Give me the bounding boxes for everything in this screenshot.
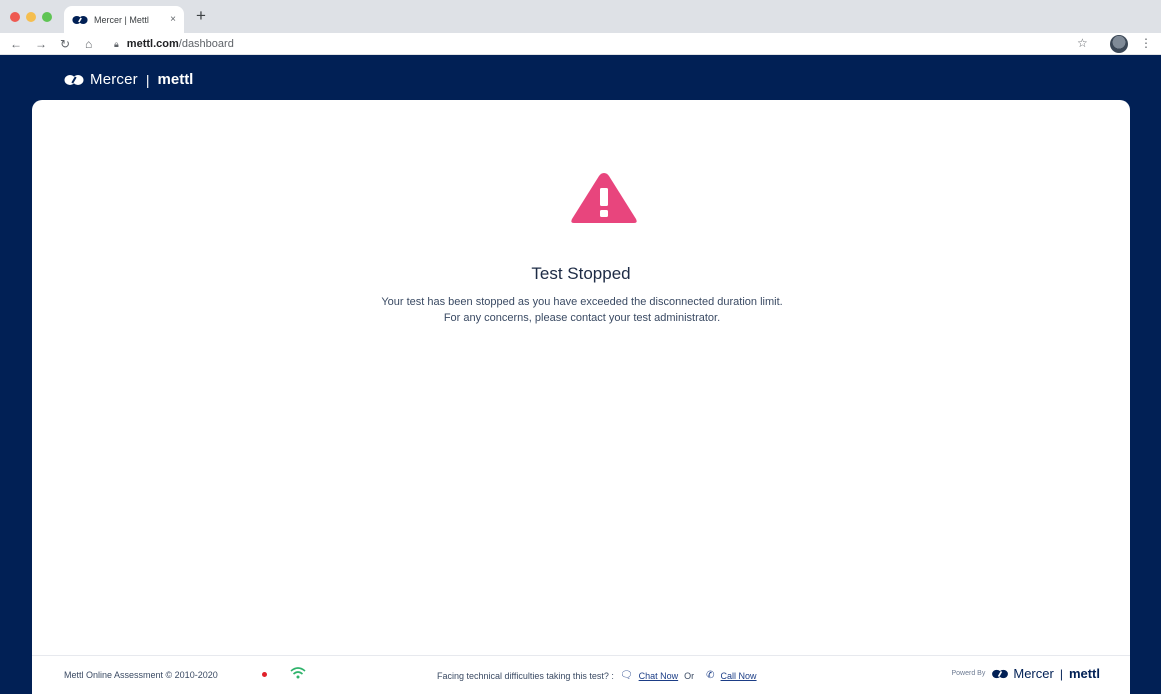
- recording-dot-icon: [262, 672, 267, 677]
- help-text: Facing technical difficulties taking thi…: [437, 670, 614, 681]
- tab-title: Mercer | Mettl: [94, 14, 149, 25]
- brand-mettl-text: mettl: [157, 71, 194, 88]
- powered-separator: |: [1059, 666, 1063, 681]
- copyright-text: Mettl Online Assessment © 2010-2020: [64, 670, 218, 680]
- address-bar[interactable]: 🔒︎ mettl.com /dashboard: [110, 35, 1100, 53]
- powered-by-logo: Powerd By Mercer | mettl: [952, 666, 1101, 681]
- profile-avatar[interactable]: [1110, 35, 1128, 53]
- url-host: mettl.com: [126, 38, 179, 50]
- phone-icon[interactable]: ✆: [706, 670, 714, 681]
- powered-mercer-text: Mercer: [1013, 666, 1054, 681]
- bookmark-star-icon[interactable]: ☆: [1077, 36, 1088, 50]
- new-tab-button[interactable]: +: [196, 6, 206, 26]
- chat-icon[interactable]: 🗨︎: [620, 670, 633, 681]
- browser-toolbar: ← → ↻ ⌂ 🔒︎ mettl.com /dashboard ☆ ⋮: [0, 33, 1161, 55]
- header-logo: Mercer | mettl: [64, 71, 193, 88]
- powered-by-text: Powerd By: [951, 670, 986, 677]
- tab-close-icon[interactable]: ×: [170, 14, 176, 25]
- mercer-logo-icon: [992, 669, 1009, 678]
- page-background: Mercer | mettl Test Stopped Your test ha…: [0, 55, 1161, 694]
- main-card: Test Stopped Your test has been stopped …: [32, 100, 1130, 694]
- reload-icon[interactable]: ↻: [60, 35, 70, 53]
- close-window-button[interactable]: [10, 12, 20, 22]
- call-now-link[interactable]: Call Now: [721, 671, 757, 681]
- mercer-logo-icon: [64, 74, 84, 85]
- footer: Mettl Online Assessment © 2010-2020 Faci…: [32, 655, 1130, 694]
- maximize-window-button[interactable]: [42, 12, 52, 22]
- home-icon[interactable]: ⌂: [85, 35, 92, 53]
- chat-now-link[interactable]: Chat Now: [639, 671, 679, 681]
- page-title: Test Stopped: [531, 264, 631, 283]
- minimize-window-button[interactable]: [26, 12, 36, 22]
- warning-triangle-icon: [571, 173, 637, 223]
- brand-mercer-text: Mercer: [90, 71, 138, 88]
- tech-help: Facing technical difficulties taking thi…: [437, 670, 757, 681]
- mercer-favicon-icon: [72, 15, 88, 24]
- browser-tab-bar: Mercer | Mettl × +: [0, 0, 1161, 33]
- wifi-icon: [290, 667, 306, 679]
- browser-tab[interactable]: Mercer | Mettl ×: [64, 6, 184, 33]
- browser-menu-icon[interactable]: ⋮: [1140, 36, 1152, 50]
- url-path: /dashboard: [178, 38, 234, 50]
- powered-mettl-text: mettl: [1068, 666, 1100, 681]
- forward-arrow-icon[interactable]: →: [35, 35, 47, 53]
- or-text: Or: [684, 670, 695, 681]
- brand-separator: |: [145, 71, 150, 88]
- status-message: Your test has been stopped as you have e…: [381, 296, 783, 324]
- back-arrow-icon[interactable]: ←: [10, 35, 22, 53]
- lock-icon: 🔒︎: [114, 38, 119, 49]
